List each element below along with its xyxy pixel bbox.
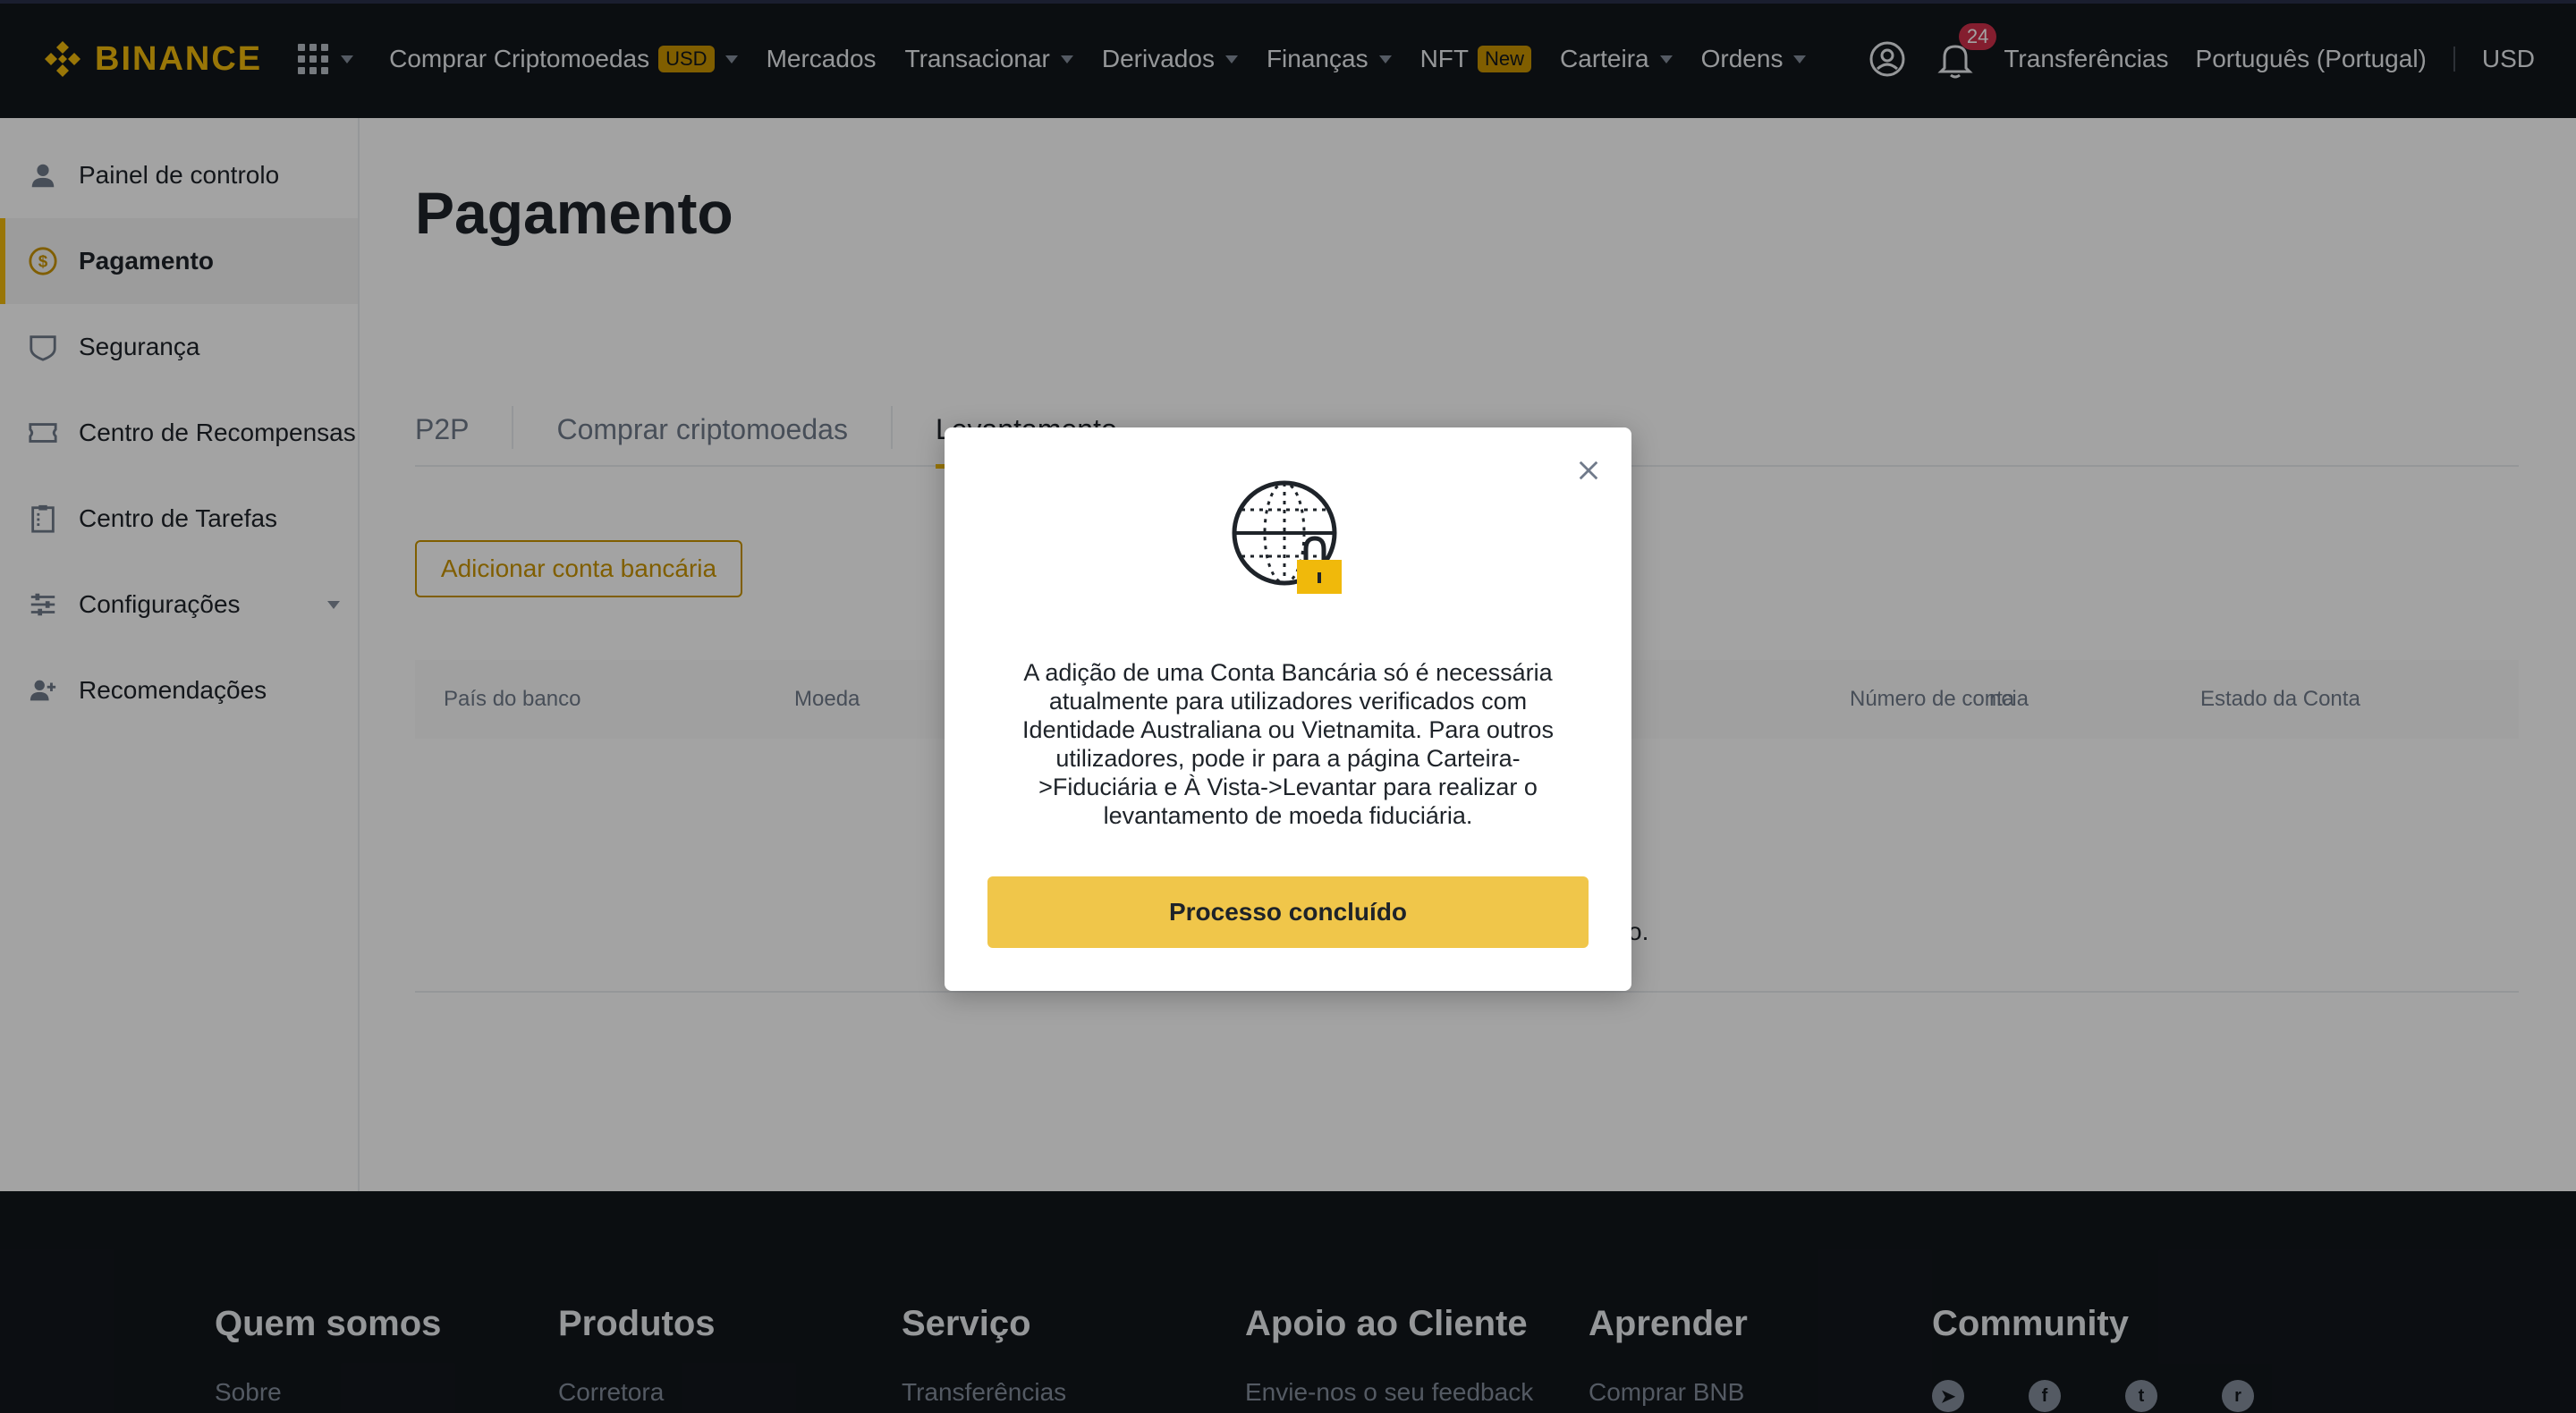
close-icon[interactable] — [1572, 454, 1605, 487]
info-modal: A adição de uma Conta Bancária só é nece… — [945, 427, 1631, 991]
process-completed-button[interactable]: Processo concluído — [987, 876, 1589, 948]
globe-lock-icon — [1231, 479, 1352, 601]
modal-message: A adição de uma Conta Bancária só é nece… — [1022, 659, 1554, 829]
